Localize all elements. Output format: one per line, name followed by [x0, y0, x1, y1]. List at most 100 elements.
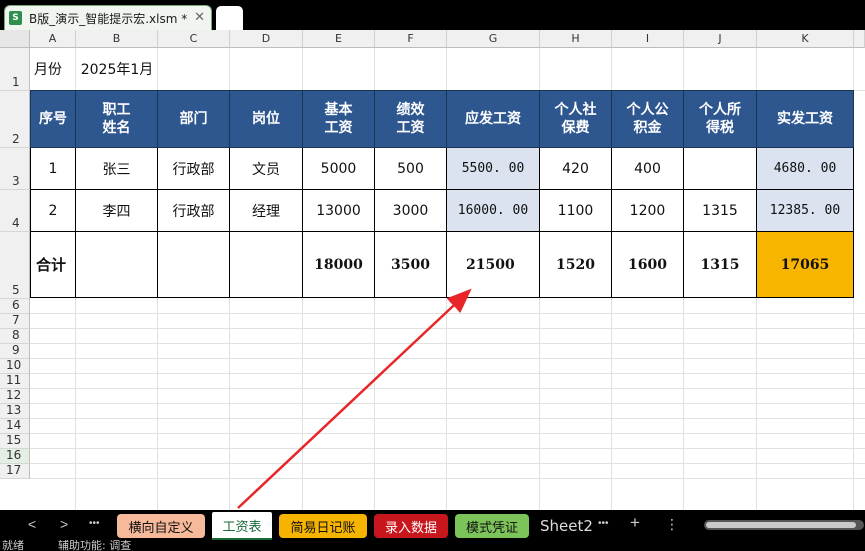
sheet-tab[interactable]: 模式凭证	[455, 514, 529, 538]
table-cell[interactable]: 13000	[303, 190, 375, 232]
table-cell[interactable]: 行政部	[158, 148, 230, 190]
total-cell[interactable]: 21500	[447, 232, 540, 298]
row-header-3[interactable]: 3	[0, 148, 30, 190]
column-header-c[interactable]: C	[158, 30, 230, 48]
column-header-h[interactable]: H	[540, 30, 612, 48]
row-header-16[interactable]: 16	[0, 448, 30, 464]
row-header-11[interactable]: 11	[0, 373, 30, 389]
new-tab-button[interactable]	[216, 6, 243, 30]
row-header-4[interactable]: 4	[0, 190, 30, 232]
row-header-2[interactable]: 2	[0, 91, 30, 148]
row-number: 13	[6, 403, 22, 417]
total-label-cell[interactable]: 合计	[30, 232, 76, 298]
row-number: 17	[6, 463, 22, 477]
cell-b1[interactable]: 2025年1月	[76, 48, 158, 90]
header-cell[interactable]: 序号	[30, 90, 76, 148]
header-cell[interactable]: 部门	[158, 90, 230, 148]
more-sheets-icon[interactable]: •••	[89, 518, 100, 529]
table-cell[interactable]	[76, 232, 158, 298]
table-cell[interactable]: 420	[540, 148, 612, 190]
header-cell[interactable]: 实发工资	[757, 90, 854, 148]
table-cell[interactable]: 400	[612, 148, 684, 190]
row-header-7[interactable]: 7	[0, 313, 30, 329]
header-cell[interactable]: 个人社 保费	[540, 90, 612, 148]
row-header-17[interactable]: 17	[0, 463, 30, 479]
row-header-1[interactable]: 1	[0, 48, 30, 91]
table-cell[interactable]: 16000. 00	[447, 190, 540, 232]
column-header-k[interactable]: K	[757, 30, 854, 48]
table-cell[interactable]	[684, 148, 757, 190]
table-cell[interactable]: 2	[30, 190, 76, 232]
total-net-pay-cell[interactable]: 17065	[757, 232, 854, 298]
file-tab[interactable]: S B版_演示_智能提示宏.xlsm * ✕	[4, 5, 212, 30]
sheet-menu-icon[interactable]: ⋮	[665, 516, 679, 533]
add-sheet-icon[interactable]: +	[630, 513, 640, 533]
sheet-tab[interactable]: 横向自定义	[117, 514, 205, 538]
column-header-d[interactable]: D	[230, 30, 303, 48]
table-cell[interactable]: 行政部	[158, 190, 230, 232]
total-cell[interactable]: 1520	[540, 232, 612, 298]
sheet-tab[interactable]: Sheet2	[540, 514, 593, 538]
table-cell[interactable]: 3000	[375, 190, 447, 232]
row-header-14[interactable]: 14	[0, 418, 30, 434]
cell-a1[interactable]: 月份	[30, 48, 76, 90]
total-cell[interactable]: 1600	[612, 232, 684, 298]
column-header-g[interactable]: G	[447, 30, 540, 48]
row-header-9[interactable]: 9	[0, 343, 30, 359]
table-cell[interactable]	[158, 232, 230, 298]
column-header-i[interactable]: I	[612, 30, 684, 48]
row-header-8[interactable]: 8	[0, 328, 30, 344]
sheet-tab-active[interactable]: 工资表	[212, 512, 272, 540]
table-cell[interactable]: 1100	[540, 190, 612, 232]
column-header-e[interactable]: E	[303, 30, 375, 48]
scrollbar-thumb[interactable]	[706, 522, 856, 528]
prev-sheet-icon[interactable]: <	[28, 516, 36, 532]
row-header-5[interactable]: 5	[0, 232, 30, 299]
horizontal-scrollbar[interactable]	[704, 520, 864, 530]
sheet-tab-bar: < > ••• 横向自定义 工资表 简易日记账 录入数据 模式凭证 Sheet2…	[0, 510, 865, 540]
sheet-tab[interactable]: 简易日记账	[279, 514, 367, 538]
column-header-f[interactable]: F	[375, 30, 447, 48]
row-header-15[interactable]: 15	[0, 433, 30, 449]
row-number: 8	[12, 328, 20, 342]
column-header-l[interactable]	[854, 30, 865, 48]
column-header-a[interactable]: A	[30, 30, 76, 48]
table-cell[interactable]: 1200	[612, 190, 684, 232]
total-cell[interactable]: 18000	[303, 232, 375, 298]
row-header-13[interactable]: 13	[0, 403, 30, 419]
table-cell[interactable]: 1	[30, 148, 76, 190]
row-header-10[interactable]: 10	[0, 358, 30, 374]
table-cell[interactable]: 经理	[230, 190, 303, 232]
table-cell[interactable]: 张三	[76, 148, 158, 190]
table-cell[interactable]: 李四	[76, 190, 158, 232]
header-cell[interactable]: 岗位	[230, 90, 303, 148]
accessibility-status[interactable]: 辅助功能: 调查	[58, 540, 131, 551]
table-cell[interactable]: 1315	[684, 190, 757, 232]
close-tab-icon[interactable]: ✕	[194, 9, 205, 25]
gridline	[30, 403, 865, 404]
header-cell[interactable]: 应发工资	[447, 90, 540, 148]
table-cell[interactable]: 4680. 00	[757, 148, 854, 190]
table-cell[interactable]: 文员	[230, 148, 303, 190]
worksheet[interactable]: A B C D E F G H I J K 1 2 3 4 5 6 7 8 9 …	[0, 30, 865, 510]
column-header-j[interactable]: J	[684, 30, 757, 48]
header-cell[interactable]: 个人公 积金	[612, 90, 684, 148]
header-cell[interactable]: 个人所 得税	[684, 90, 757, 148]
column-header-b[interactable]: B	[76, 30, 158, 48]
total-cell[interactable]: 1315	[684, 232, 757, 298]
select-all-corner[interactable]	[0, 30, 30, 48]
table-cell[interactable]: 5000	[303, 148, 375, 190]
next-sheet-icon[interactable]: >	[60, 516, 68, 532]
table-cell[interactable]: 5500. 00	[447, 148, 540, 190]
row-header-12[interactable]: 12	[0, 388, 30, 404]
more-sheets-icon[interactable]: •••	[598, 518, 609, 529]
table-cell[interactable]: 500	[375, 148, 447, 190]
total-cell[interactable]: 3500	[375, 232, 447, 298]
table-cell[interactable]	[230, 232, 303, 298]
header-cell[interactable]: 绩效 工资	[375, 90, 447, 148]
sheet-tab[interactable]: 录入数据	[374, 514, 448, 538]
row-header-6[interactable]: 6	[0, 298, 30, 314]
header-cell[interactable]: 基本 工资	[303, 90, 375, 148]
header-cell[interactable]: 职工 姓名	[76, 90, 158, 148]
table-cell[interactable]: 12385. 00	[757, 190, 854, 232]
